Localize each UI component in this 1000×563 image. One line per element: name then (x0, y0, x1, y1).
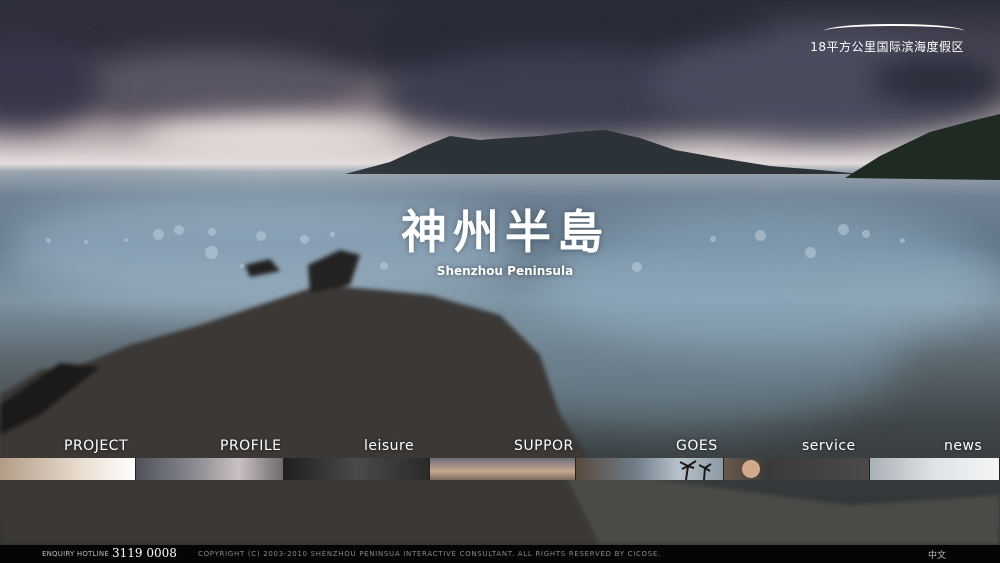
nav-thumbnail (870, 458, 1000, 480)
nav-item-project[interactable]: PROJECT (0, 434, 136, 480)
nav-item-suppor[interactable]: SUPPOR (430, 434, 576, 480)
language-switch-link[interactable]: 中文 (928, 548, 946, 561)
nav-item-leisure[interactable]: leisure (284, 434, 430, 480)
nav-item-profile[interactable]: PROFILE (136, 434, 284, 480)
copyright-text: COPYRIGHT (C) 2003-2010 SHENZHOU PENINSU… (198, 550, 661, 558)
logo-arc-icon (824, 24, 964, 38)
palm-tree-icon (679, 460, 712, 480)
nav-thumbnail (430, 458, 576, 480)
hotline-label: ENQUIRY HOTLINE (42, 550, 109, 558)
brand-english-name: Shenzhou Peninsula (436, 264, 574, 278)
nav-thumbnail (136, 458, 284, 480)
nav-item-news[interactable]: news (870, 434, 1000, 480)
nav-label: service (802, 438, 856, 454)
nav-item-goes[interactable]: GOES (576, 434, 724, 480)
footer-bar: ENQUIRY HOTLINE 3119 0008 COPYRIGHT (C) … (0, 545, 1000, 563)
foreground-rocks (0, 250, 1000, 545)
nav-label: GOES (676, 438, 718, 454)
nav-label: PROFILE (220, 438, 282, 454)
nav-thumbnail (724, 458, 870, 480)
nav-label: leisure (364, 438, 415, 454)
brand-logo: 神州半島 Shenzhou Peninsula (400, 196, 610, 278)
brand-chinese-name: 神州半島 (401, 205, 609, 259)
nav-item-service[interactable]: service (724, 434, 870, 480)
nav-label: news (944, 438, 983, 454)
resort-tagline: 18平方公里国际滨海度假区 (810, 40, 964, 54)
person-avatar-icon (742, 460, 760, 478)
hotline-number: 3119 0008 (112, 546, 177, 560)
nav-thumbnail (284, 458, 430, 480)
nav-label: SUPPOR (514, 438, 574, 454)
main-nav: PROJECT PROFILE leisure SUPPOR GOES serv… (0, 434, 1000, 480)
nav-thumbnail (576, 458, 724, 480)
nav-thumbnail (0, 458, 136, 480)
nav-label: PROJECT (64, 438, 128, 454)
